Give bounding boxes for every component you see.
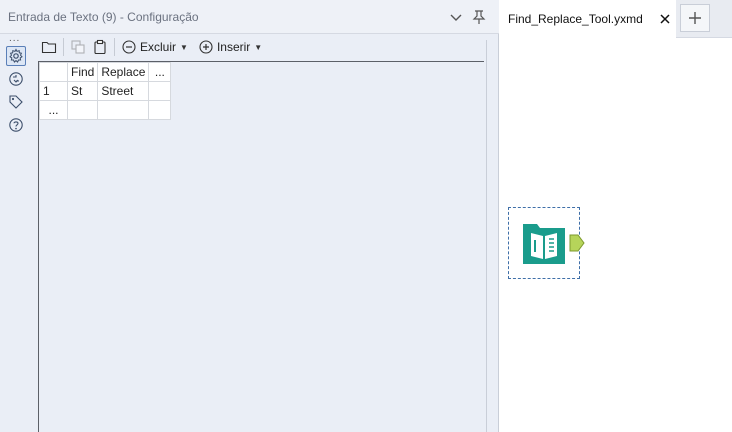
row-header-corner[interactable]	[39, 62, 68, 82]
tab-strip: Find_Replace_Tool.yxmd	[500, 0, 732, 38]
cell-replace[interactable]: Street	[97, 81, 150, 101]
copy-button[interactable]	[67, 37, 89, 57]
find-replace-tool-icon	[523, 224, 565, 264]
pin-icon	[472, 10, 486, 24]
workflow-canvas[interactable]: Find_Replace_Tool.yxmd	[500, 0, 732, 432]
cell-find[interactable]: St	[66, 81, 99, 101]
chevron-down-icon	[450, 14, 462, 21]
minus-circle-icon	[122, 40, 136, 54]
add-column-cell[interactable]: ...	[148, 62, 172, 82]
close-icon[interactable]	[658, 12, 672, 26]
find-replace-tool-node[interactable]	[508, 207, 585, 279]
pin-button[interactable]	[470, 8, 488, 26]
gear-icon	[9, 48, 23, 63]
grid-toolbar: Excluir ▼ Inserir ▼	[38, 36, 265, 58]
insert-dropdown-button[interactable]: Inserir ▼	[195, 37, 265, 57]
insert-label: Inserir	[216, 40, 251, 54]
caret-down-icon: ▼	[180, 42, 188, 52]
cell-empty[interactable]	[66, 100, 99, 120]
cell-empty[interactable]	[148, 81, 172, 101]
folder-icon	[41, 41, 57, 54]
connection-icon	[9, 72, 23, 86]
collapse-button[interactable]	[447, 8, 465, 26]
table-row: ...	[39, 100, 172, 120]
rail-help-button[interactable]	[6, 115, 26, 135]
toolbar-divider	[114, 38, 115, 56]
rail-connection-button[interactable]	[6, 69, 26, 89]
panel-header: Entrada de Texto (9) - Configuração	[0, 0, 499, 34]
cell-empty[interactable]	[148, 100, 172, 120]
copy-icon	[71, 40, 85, 54]
configuration-panel: Entrada de Texto (9) - Configuração ...	[0, 0, 499, 432]
panel-title: Entrada de Texto (9) - Configuração	[8, 9, 199, 24]
side-rail: ...	[0, 34, 32, 432]
open-button[interactable]	[38, 37, 60, 57]
tab-workflow[interactable]: Find_Replace_Tool.yxmd	[500, 0, 676, 38]
output-anchor-icon[interactable]	[569, 234, 585, 252]
row-number[interactable]: 1	[39, 81, 68, 101]
plus-circle-icon	[199, 40, 213, 54]
rail-configuration-button[interactable]	[6, 46, 26, 66]
clipboard-icon	[94, 39, 106, 55]
add-row-cell[interactable]: ...	[39, 100, 68, 120]
caret-down-icon: ▼	[254, 42, 263, 52]
help-icon	[9, 118, 23, 132]
panel-splitter[interactable]	[486, 40, 487, 432]
table-header-row: Find Replace ...	[39, 62, 172, 82]
data-table: Find Replace ... 1 St Street ...	[39, 62, 172, 120]
column-header-replace[interactable]: Replace	[97, 62, 150, 82]
plus-icon	[689, 12, 701, 24]
new-tab-button[interactable]	[680, 4, 710, 32]
tab-label: Find_Replace_Tool.yxmd	[508, 12, 643, 26]
tag-icon	[9, 95, 23, 109]
column-header-find[interactable]: Find	[66, 62, 99, 82]
delete-label: Excluir	[140, 40, 177, 54]
cell-empty[interactable]	[97, 100, 150, 120]
paste-button[interactable]	[89, 37, 111, 57]
rail-annotation-button[interactable]	[6, 92, 26, 112]
toolbar-divider	[63, 38, 64, 56]
table-row: 1 St Street	[39, 81, 172, 101]
text-input-grid: Find Replace ... 1 St Street ...	[38, 61, 484, 432]
rail-overflow[interactable]: ...	[9, 34, 20, 44]
delete-dropdown-button[interactable]: Excluir ▼	[118, 37, 191, 57]
